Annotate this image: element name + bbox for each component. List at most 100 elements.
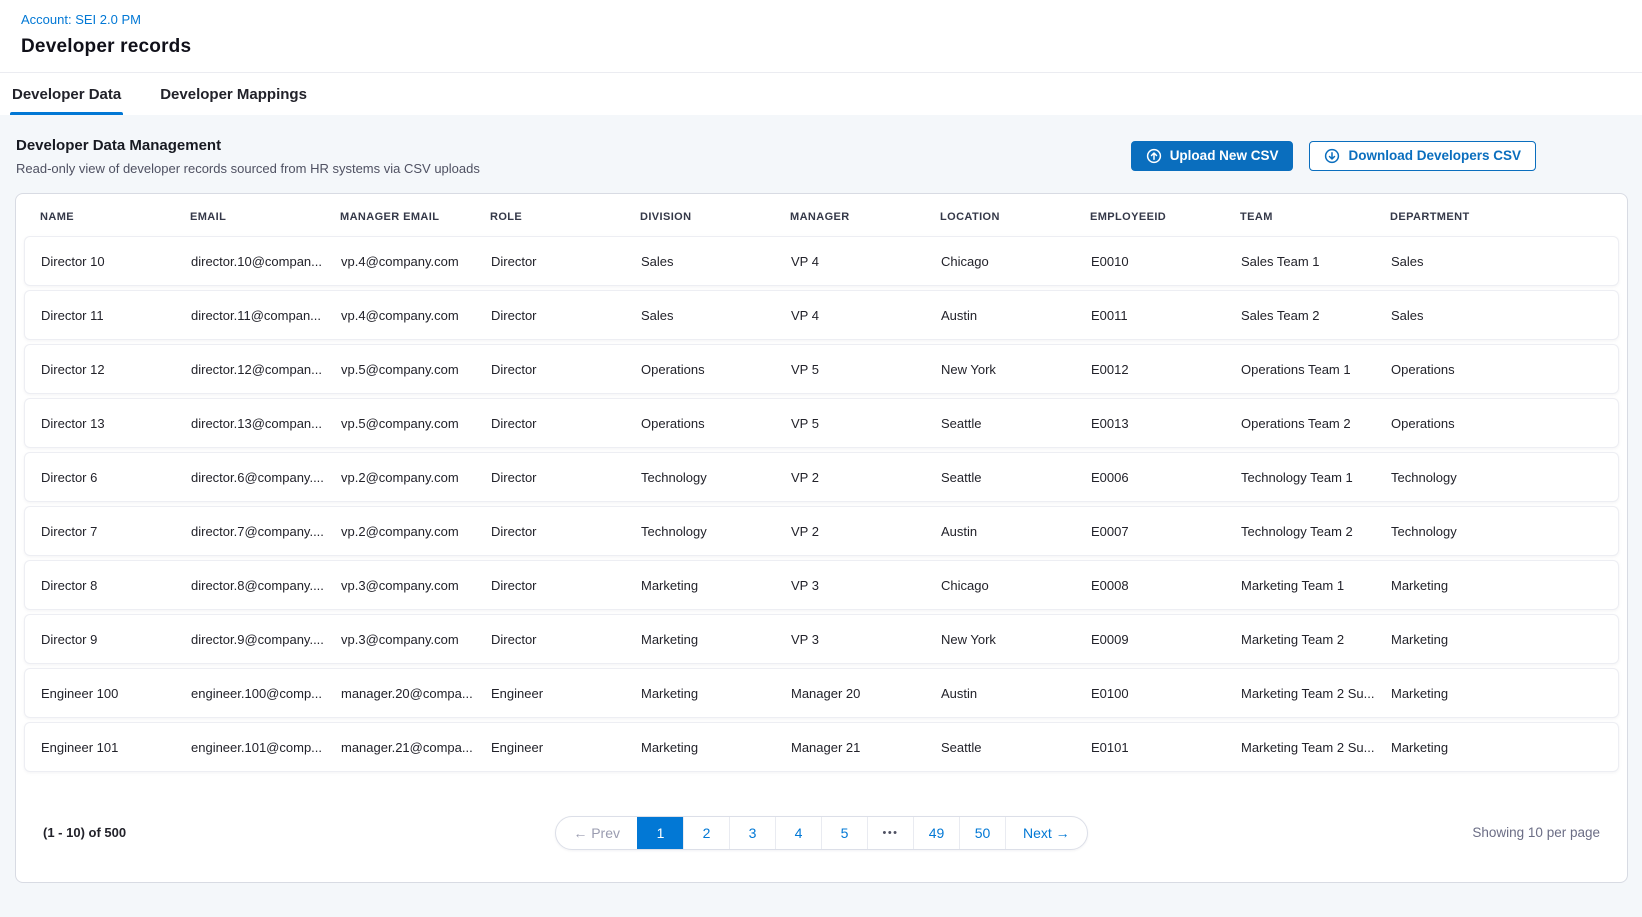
cell-role: Director: [491, 524, 641, 539]
pagination-page-5[interactable]: 5: [821, 817, 867, 849]
table-row: Engineer 100engineer.100@comp...manager.…: [24, 668, 1619, 718]
cell-email: director.6@company....: [191, 470, 341, 485]
cell-division: Technology: [641, 470, 791, 485]
pagination-page-4[interactable]: 4: [775, 817, 821, 849]
download-icon: [1324, 148, 1340, 164]
per-page-text: Showing 10 per page: [1088, 825, 1600, 840]
cell-email: engineer.101@comp...: [191, 740, 341, 755]
developer-data-panel: Developer Data Management Read-only view…: [0, 115, 1642, 917]
table-row: Director 13director.13@compan...vp.5@com…: [24, 398, 1619, 448]
column-header-email: EMAIL: [190, 211, 340, 223]
cell-division: Marketing: [641, 686, 791, 701]
cell-department: Operations: [1391, 362, 1618, 377]
cell-name: Director 11: [41, 308, 191, 323]
cell-manager-email: vp.5@company.com: [341, 416, 491, 431]
cell-department: Marketing: [1391, 632, 1618, 647]
account-breadcrumb-link[interactable]: Account: SEI 2.0 PM: [21, 12, 141, 27]
cell-email: director.13@compan...: [191, 416, 341, 431]
download-developers-csv-label: Download Developers CSV: [1348, 149, 1521, 163]
upload-new-csv-button[interactable]: Upload New CSV: [1131, 141, 1294, 171]
cell-employeeid: E0010: [1091, 254, 1241, 269]
cell-manager: VP 4: [791, 254, 941, 269]
cell-team: Operations Team 2: [1241, 416, 1391, 431]
pagination-page-2[interactable]: 2: [683, 817, 729, 849]
cell-name: Director 8: [41, 578, 191, 593]
download-developers-csv-button[interactable]: Download Developers CSV: [1309, 141, 1536, 171]
pagination-page-49[interactable]: 49: [913, 817, 959, 849]
cell-location: Austin: [941, 308, 1091, 323]
pagination-next-button[interactable]: Next →: [1005, 817, 1087, 849]
cell-manager-email: vp.4@company.com: [341, 254, 491, 269]
cell-name: Director 7: [41, 524, 191, 539]
cell-manager: VP 5: [791, 416, 941, 431]
cell-team: Sales Team 2: [1241, 308, 1391, 323]
cell-employeeid: E0011: [1091, 308, 1241, 323]
cell-name: Director 6: [41, 470, 191, 485]
cell-employeeid: E0008: [1091, 578, 1241, 593]
pagination-page-1[interactable]: 1: [637, 817, 683, 849]
cell-role: Engineer: [491, 740, 641, 755]
cell-manager-email: manager.20@compa...: [341, 686, 491, 701]
cell-team: Marketing Team 2 Su...: [1241, 740, 1391, 755]
cell-division: Marketing: [641, 632, 791, 647]
cell-role: Director: [491, 416, 641, 431]
column-header-manager-email: MANAGER EMAIL: [340, 211, 490, 223]
section-subtitle: Read-only view of developer records sour…: [16, 161, 480, 176]
table-row: Director 8director.8@company....vp.3@com…: [24, 560, 1619, 610]
cell-email: director.12@compan...: [191, 362, 341, 377]
cell-name: Director 12: [41, 362, 191, 377]
cell-division: Marketing: [641, 578, 791, 593]
column-header-manager: MANAGER: [790, 211, 940, 223]
cell-manager-email: vp.4@company.com: [341, 308, 491, 323]
cell-division: Sales: [641, 254, 791, 269]
tab-developer-data[interactable]: Developer Data: [11, 73, 122, 115]
table-footer: (1 - 10) of 500 ← Prev12345•••4950Next →…: [16, 783, 1627, 882]
column-header-division: DIVISION: [640, 211, 790, 223]
cell-team: Technology Team 1: [1241, 470, 1391, 485]
cell-manager-email: vp.3@company.com: [341, 578, 491, 593]
upload-new-csv-label: Upload New CSV: [1170, 149, 1279, 163]
tab-developer-mappings[interactable]: Developer Mappings: [159, 73, 308, 115]
cell-name: Director 10: [41, 254, 191, 269]
column-header-location: LOCATION: [940, 211, 1090, 223]
cell-role: Director: [491, 470, 641, 485]
pagination-prev-button[interactable]: ← Prev: [556, 817, 637, 849]
cell-name: Director 13: [41, 416, 191, 431]
pagination-page-50[interactable]: 50: [959, 817, 1005, 849]
cell-role: Director: [491, 308, 641, 323]
cell-department: Technology: [1391, 524, 1618, 539]
pagination: ← Prev12345•••4950Next →: [555, 816, 1087, 850]
cell-location: Austin: [941, 686, 1091, 701]
cell-name: Engineer 100: [41, 686, 191, 701]
cell-location: Chicago: [941, 578, 1091, 593]
table-row: Director 10director.10@compan...vp.4@com…: [24, 236, 1619, 286]
cell-division: Operations: [641, 362, 791, 377]
cell-team: Marketing Team 2 Su...: [1241, 686, 1391, 701]
cell-email: director.7@company....: [191, 524, 341, 539]
section-titles: Developer Data Management Read-only view…: [16, 137, 480, 176]
developer-records-page: Account: SEI 2.0 PM Developer records De…: [0, 0, 1642, 917]
table-row: Engineer 101engineer.101@comp...manager.…: [24, 722, 1619, 772]
cell-manager: VP 3: [791, 578, 941, 593]
csv-button-group: Upload New CSV Download Developers CSV: [1131, 141, 1536, 171]
cell-manager: VP 5: [791, 362, 941, 377]
cell-team: Sales Team 1: [1241, 254, 1391, 269]
cell-email: engineer.100@comp...: [191, 686, 341, 701]
cell-division: Operations: [641, 416, 791, 431]
table-header-row: NAMEEMAILMANAGER EMAILROLEDIVISIONMANAGE…: [16, 194, 1627, 236]
section-title: Developer Data Management: [16, 137, 480, 154]
cell-manager: VP 4: [791, 308, 941, 323]
cell-email: director.10@compan...: [191, 254, 341, 269]
cell-manager: VP 2: [791, 470, 941, 485]
cell-employeeid: E0101: [1091, 740, 1241, 755]
cell-location: Austin: [941, 524, 1091, 539]
cell-location: Seattle: [941, 470, 1091, 485]
column-header-department: DEPARTMENT: [1390, 211, 1603, 223]
cell-department: Marketing: [1391, 578, 1618, 593]
page-header: Account: SEI 2.0 PM Developer records: [0, 0, 1642, 72]
cell-name: Director 9: [41, 632, 191, 647]
cell-location: New York: [941, 632, 1091, 647]
developer-table: NAMEEMAILMANAGER EMAILROLEDIVISIONMANAGE…: [15, 193, 1628, 883]
cell-team: Technology Team 2: [1241, 524, 1391, 539]
pagination-page-3[interactable]: 3: [729, 817, 775, 849]
